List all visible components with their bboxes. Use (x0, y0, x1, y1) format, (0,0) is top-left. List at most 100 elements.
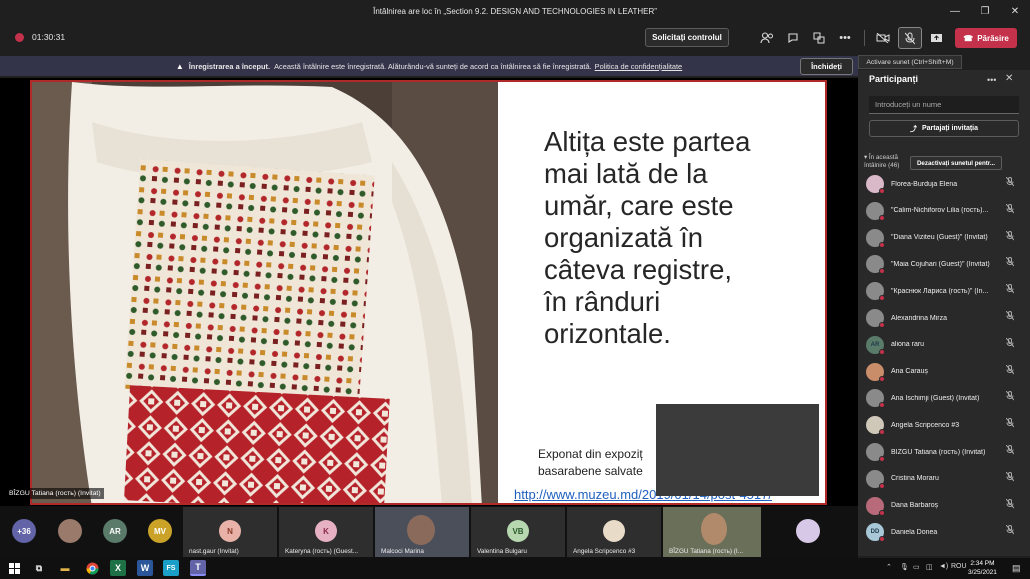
excel-icon[interactable]: X (110, 560, 126, 576)
muted-mic-icon (1005, 498, 1015, 511)
participant-name: "Краснюк Лариса (гость)" (In... (891, 287, 989, 295)
avatar: AR (866, 335, 885, 355)
close-banner-button[interactable]: Închideți (800, 58, 853, 75)
close-window-button[interactable]: ✕ (1000, 0, 1030, 22)
participant-name: "Diana Viziteu (Guest)" (Invitat) (891, 234, 988, 242)
avatar (866, 228, 885, 248)
meeting-timer: 01:30:31 (32, 32, 66, 42)
status-dot (879, 188, 885, 194)
participant-row[interactable]: Dana Barbaroș (866, 494, 1016, 518)
word-icon[interactable]: W (137, 560, 153, 576)
participant-row[interactable]: Angela Scripcenco #3 (866, 413, 1016, 437)
participant-row[interactable]: Ana Ischimji (Guest) (Invitat) (866, 386, 1016, 410)
participant-name: Daniela Donea (891, 528, 938, 536)
participant-row[interactable]: Ana Carauș (866, 360, 1016, 384)
window-controls: — ❐ ✕ (940, 0, 1030, 22)
privacy-policy-link[interactable]: Politica de confidențialitate (595, 62, 683, 71)
participant-avatar-mv[interactable]: MV (148, 519, 172, 543)
system-clock[interactable]: 2:34 PM 3/25/2021 (968, 559, 997, 577)
participant-name: Alexandrina Mirza (891, 314, 948, 322)
avatar (866, 469, 885, 489)
participant-avatar-photo[interactable] (796, 519, 820, 543)
microphone-muted-icon[interactable] (898, 27, 922, 49)
tile-name: Malcoci Marina (381, 548, 424, 555)
tray-mic-icon[interactable]: 🎙 (900, 563, 909, 571)
notifications-icon[interactable]: ▤ (1012, 563, 1021, 574)
participant-row[interactable]: AR aliona raru (866, 333, 1016, 357)
tile-name: nast.gaur (Invitat) (189, 548, 239, 555)
overflow-participants-badge[interactable]: +36 (12, 519, 36, 543)
participants-icon[interactable] (756, 28, 778, 48)
leave-meeting-button[interactable]: ☎ Părăsire (955, 28, 1017, 48)
avatar (866, 443, 885, 462)
participant-row[interactable]: DD Daniela Donea (866, 520, 1016, 544)
camera-off-icon[interactable] (872, 28, 894, 48)
windows-start-icon[interactable] (6, 560, 22, 576)
avatar (866, 389, 885, 409)
participant-search-input[interactable]: Introduceți un nume (869, 96, 1019, 114)
status-dot (879, 322, 885, 328)
mute-all-button[interactable]: Dezactivați sunetul pentr... (910, 156, 1002, 170)
unmute-tooltip: Activare sunet (Ctrl+Shift+M) (858, 55, 962, 69)
participant-row[interactable]: "Calim-Nichiforov Lilia (гость)... (866, 199, 1016, 223)
gallery-tile-valentina-bulgaru[interactable]: VB Valentina Bulgaru (471, 507, 565, 557)
tray-network-icon[interactable]: ◫ (926, 563, 933, 571)
gallery-tile-malcoci-marina[interactable]: Malcoci Marina (375, 507, 469, 557)
more-options-icon[interactable]: ••• (987, 75, 996, 85)
maximize-button[interactable]: ❐ (970, 0, 1000, 22)
participant-row[interactable]: Alexandrina Mirza (866, 306, 1016, 330)
window-title-bar: Întâlnirea are loc în „Section 9.2. DESI… (0, 0, 1030, 22)
gallery-tile-bizgu-tatiana[interactable]: BÎZGU Tatiana (гость) (I... (663, 507, 761, 557)
participant-name: Florea-Burduja Elena (891, 180, 958, 188)
participant-row[interactable]: Cristina Moraru (866, 467, 1016, 491)
status-dot (879, 348, 885, 355)
avatar (866, 496, 885, 516)
participant-avatar-photo (603, 520, 625, 542)
more-options-icon[interactable]: ••• (834, 28, 856, 48)
gallery-tile-angela-scripcenco[interactable]: Angela Scripcenco #3 (567, 507, 661, 557)
participant-row[interactable]: "Maia Cojuhari (Guest)" (Invitat) (866, 252, 1016, 276)
muted-mic-icon (1005, 176, 1015, 189)
breakout-rooms-icon[interactable] (808, 28, 830, 48)
in-meeting-section-label[interactable]: ▾ În această întâlnire (46) (864, 154, 899, 170)
toolbar-divider (864, 30, 865, 46)
participant-row[interactable]: "Diana Viziteu (Guest)" (Invitat) (866, 226, 1016, 250)
minimize-button[interactable]: — (940, 0, 970, 22)
muted-mic-icon (1005, 203, 1015, 216)
status-dot (879, 241, 885, 248)
participant-row[interactable]: Florea-Burduja Elena (866, 172, 1016, 196)
share-screen-icon[interactable] (925, 28, 947, 48)
participant-row[interactable]: "Краснюк Лариса (гость)" (In... (866, 279, 1016, 303)
gallery-tile-nast-gaur[interactable]: N nast.gaur (Invitat) (183, 507, 277, 557)
chat-icon[interactable] (782, 28, 804, 48)
gallery-tile-kateryna[interactable]: K Kateryna (гость) (Guest... (279, 507, 373, 557)
share-invite-button[interactable]: ⤴ Partajați invitația (869, 120, 1019, 137)
tile-name: Angela Scripcenco #3 (573, 548, 636, 555)
fs-app-icon[interactable]: FS (163, 560, 179, 576)
tray-volume-icon[interactable]: ◄) (939, 563, 948, 570)
windows-taskbar (0, 558, 1030, 579)
teams-icon[interactable]: T (190, 560, 206, 576)
participant-avatar-photo[interactable] (58, 519, 82, 543)
close-icon[interactable]: ✕ (1005, 73, 1013, 84)
participant-row[interactable]: BÎZGU Tatiana (гость) (Invitat) (866, 440, 1016, 464)
participant-avatar-ar[interactable]: AR (103, 519, 127, 543)
tray-chevron-icon[interactable]: ⌃ (886, 563, 892, 571)
share-icon: ⤴ (909, 125, 917, 133)
task-view-icon[interactable]: ⧉ (31, 560, 47, 576)
muted-mic-icon (1005, 444, 1015, 457)
participant-name: Cristina Moraru (891, 475, 939, 483)
muted-mic-icon (1005, 417, 1015, 430)
participant-avatar-vb: VB (507, 520, 529, 542)
chrome-icon[interactable] (84, 560, 100, 576)
participant-avatar-n: N (219, 520, 241, 542)
avatar (866, 175, 885, 194)
presenter-video-thumbnail (656, 404, 819, 496)
clock-time: 2:34 PM (970, 560, 995, 567)
request-control-button[interactable]: Solicitați controlul (645, 28, 729, 47)
tray-battery-icon[interactable]: ▭ (913, 563, 920, 571)
file-explorer-icon[interactable]: ▬ (57, 560, 73, 576)
status-dot (879, 429, 885, 436)
participant-name: Angela Scripcenco #3 (891, 421, 960, 429)
keyboard-language[interactable]: ROU (951, 563, 967, 570)
